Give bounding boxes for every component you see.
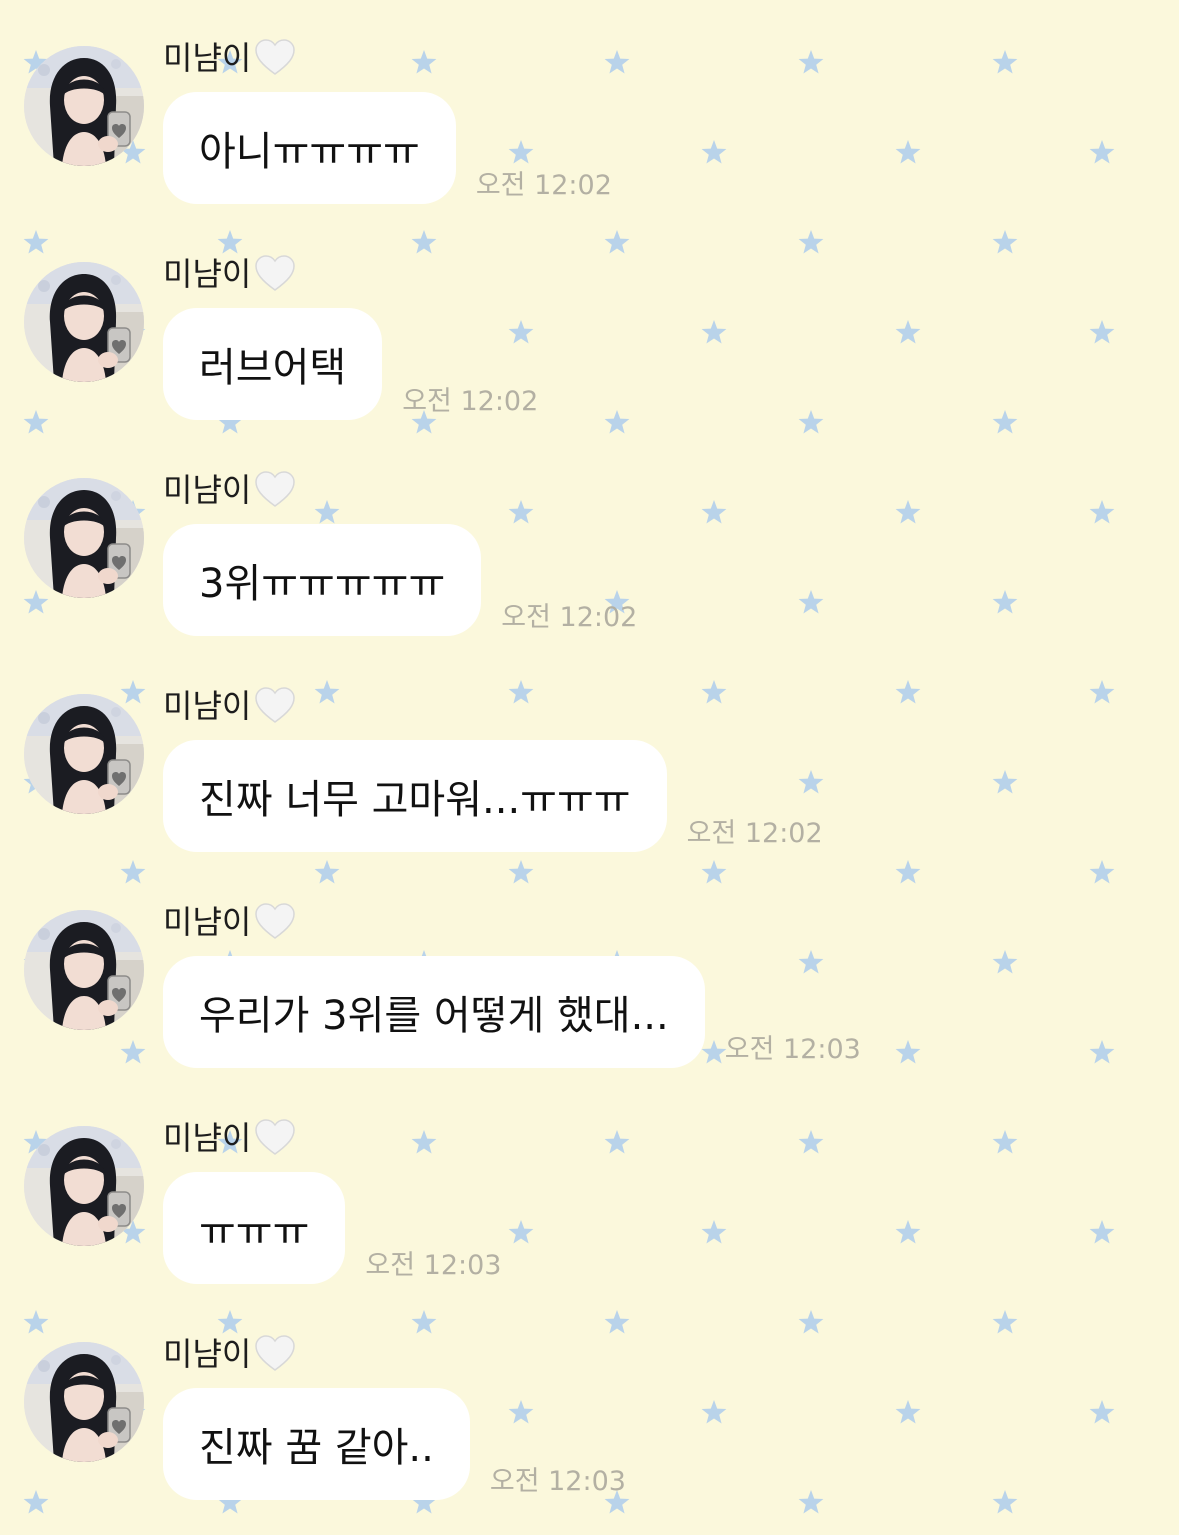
message-bubble[interactable]: 진짜 너무 고마워...ㅠㅠㅠ [163,740,667,852]
message-time: 오전 12:02 [686,818,823,849]
message-bubble[interactable]: 우리가 3위를 어떻게 했대... [163,956,705,1068]
message-bubble[interactable]: 진짜 꿈 같아.. [163,1388,470,1500]
message-item: 미냠이 ㅠㅠㅠ 오전 12:03 [0,1080,1179,1296]
white-heart-icon [255,903,296,939]
white-heart-icon [255,471,296,507]
white-heart-icon [255,255,296,291]
sender-name: 미냠이 [163,1335,252,1373]
sender-avatar[interactable] [24,1126,144,1246]
avatar-photo [24,262,144,382]
message-row: 진짜 꿈 같아.. 오전 12:03 [163,1388,626,1500]
avatar-photo [24,478,144,598]
sender-header: 미냠이 [163,1116,297,1160]
message-time: 오전 12:03 [365,1250,502,1281]
sender-avatar[interactable] [24,910,144,1030]
sender-name: 미냠이 [163,1119,252,1157]
sender-avatar[interactable] [24,1342,144,1462]
message-item: 미냠이 진짜 너무 고마워...ㅠㅠㅠ 오전 12:02 [0,648,1179,864]
message-bubble[interactable]: 러브어택 [163,308,383,420]
message-time: 오전 12:03 [489,1466,626,1497]
message-bubble[interactable]: ㅠㅠㅠ [163,1172,346,1284]
sender-avatar[interactable] [24,478,144,598]
message-row: 진짜 너무 고마워...ㅠㅠㅠ 오전 12:02 [163,740,823,852]
sender-header: 미냠이 [163,252,297,296]
sender-avatar[interactable] [24,262,144,382]
message-item: 미냠이 아니ㅠㅠㅠㅠ 오전 12:02 [0,0,1179,216]
message-item: 미냠이 러브어택 오전 12:02 [0,216,1179,432]
message-bubble[interactable]: 3위ㅠㅠㅠㅠㅠ [163,524,482,636]
avatar-photo [24,694,144,814]
message-time: 오전 12:02 [402,386,539,417]
white-heart-icon [255,39,296,75]
white-heart-icon [255,1335,296,1371]
sender-name: 미냠이 [163,471,252,509]
message-row: 우리가 3위를 어떻게 했대... 오전 12:03 [163,956,861,1068]
avatar-photo [24,46,144,166]
message-time: 오전 12:02 [501,602,638,633]
white-heart-icon [255,1119,296,1155]
sender-header: 미냠이 [163,468,297,512]
avatar-photo [24,910,144,1030]
message-time: 오전 12:03 [724,1034,861,1065]
message-item: 미냠이 3위ㅠㅠㅠㅠㅠ 오전 12:02 [0,432,1179,648]
white-heart-icon [255,687,296,723]
sender-header: 미냠이 [163,1332,297,1376]
message-row: ㅠㅠㅠ 오전 12:03 [163,1172,501,1284]
sender-header: 미냠이 [163,900,297,944]
sender-avatar[interactable] [24,46,144,166]
sender-name: 미냠이 [163,903,252,941]
message-bubble[interactable]: 아니ㅠㅠㅠㅠ [163,92,456,204]
sender-name: 미냠이 [163,255,252,293]
message-row: 아니ㅠㅠㅠㅠ 오전 12:02 [163,92,612,204]
message-row: 러브어택 오전 12:02 [163,308,538,420]
message-row: 3위ㅠㅠㅠㅠㅠ 오전 12:02 [163,524,637,636]
message-time: 오전 12:02 [475,170,612,201]
chat-message-list[interactable]: 미냠이 아니ㅠㅠㅠㅠ 오전 12:02 미냠이 러브어택 오전 12:02 미냠… [0,0,1179,1535]
sender-header: 미냠이 [163,36,297,80]
sender-header: 미냠이 [163,684,297,728]
avatar-photo [24,1126,144,1246]
sender-avatar[interactable] [24,694,144,814]
avatar-photo [24,1342,144,1462]
sender-name: 미냠이 [163,39,252,77]
message-item: 미냠이 진짜 꿈 같아.. 오전 12:03 [0,1296,1179,1512]
message-item: 미냠이 우리가 3위를 어떻게 했대... 오전 12:03 [0,864,1179,1080]
sender-name: 미냠이 [163,687,252,725]
